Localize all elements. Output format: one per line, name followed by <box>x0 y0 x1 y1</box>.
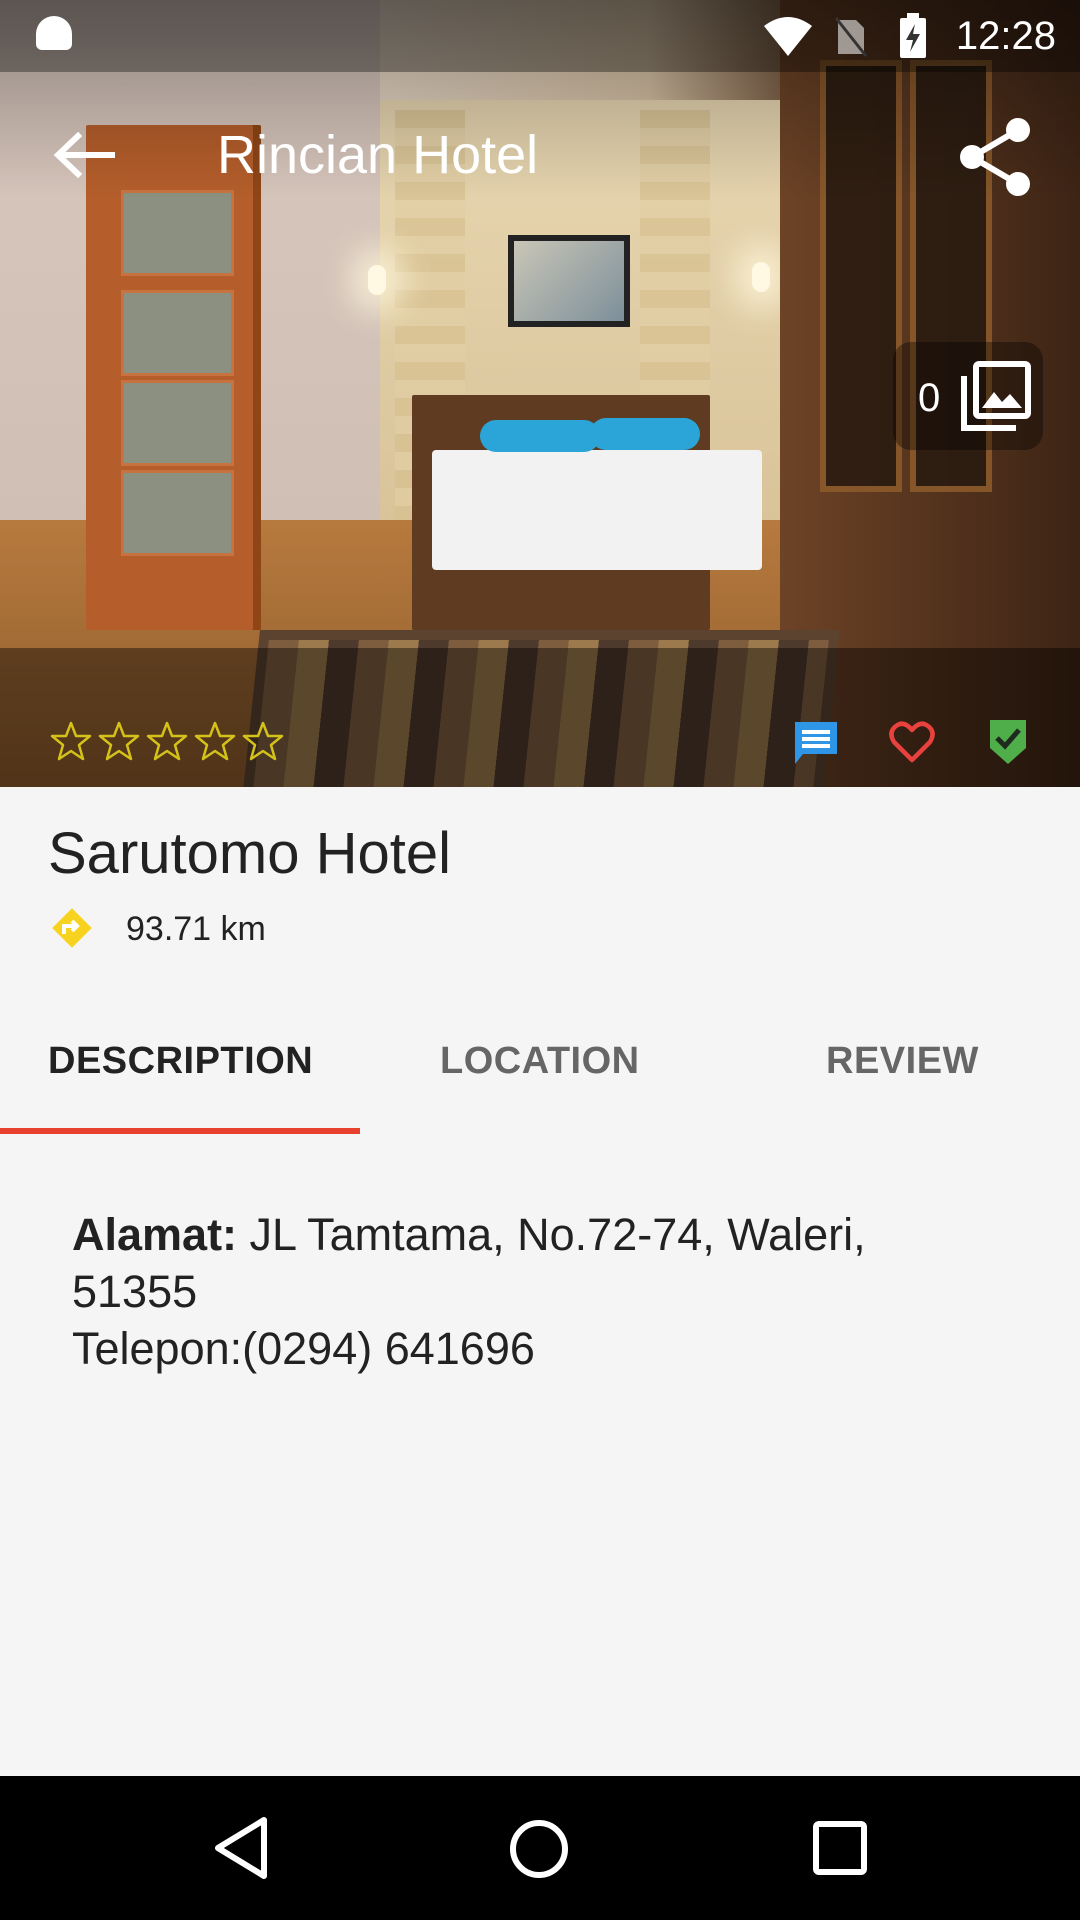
battery-charging-icon <box>900 13 926 58</box>
photo-door-pane <box>121 190 234 276</box>
status-time: 12:28 <box>955 14 1056 58</box>
star-icon[interactable] <box>98 720 140 762</box>
tab-review[interactable]: REVIEW <box>826 1040 979 1083</box>
android-bot-icon <box>36 16 72 50</box>
share-icon[interactable] <box>956 116 1036 198</box>
star-icon[interactable] <box>50 720 92 762</box>
arrow-back-icon[interactable] <box>50 130 120 180</box>
address-label: Alamat: <box>72 1209 238 1260</box>
page-title: Rincian Hotel <box>217 125 539 185</box>
star-icon[interactable] <box>146 720 188 762</box>
tab-location[interactable]: LOCATION <box>440 1040 640 1083</box>
hotel-name: Sarutomo Hotel <box>48 821 451 886</box>
nav-back-icon[interactable] <box>212 1816 272 1880</box>
photo-mattress <box>432 450 762 570</box>
heart-outline-icon[interactable] <box>888 718 936 766</box>
tab-indicator <box>0 1128 360 1134</box>
status-bar: 12:28 <box>0 0 1080 72</box>
photo-door-pane <box>121 470 234 556</box>
nav-home-icon[interactable] <box>508 1818 570 1880</box>
hotel-distance: 93.71 km <box>126 910 266 948</box>
description-text: Alamat: JL Tamtama, No.72-74, Waleri, 51… <box>72 1206 972 1377</box>
photo-door-pane <box>121 380 234 466</box>
no-sim-icon <box>834 17 868 57</box>
photo-door-pane <box>121 290 234 376</box>
phone-value: Telepon:(0294) 641696 <box>72 1323 535 1374</box>
photo-painting <box>508 235 630 327</box>
nav-recents-icon[interactable] <box>812 1820 868 1876</box>
photo-wall-lamp <box>368 265 386 295</box>
comment-icon[interactable] <box>793 720 839 766</box>
gallery-count: 0 <box>918 376 941 420</box>
verified-check-icon[interactable] <box>986 718 1030 766</box>
star-icon[interactable] <box>242 720 284 762</box>
photo-pillow <box>590 418 700 450</box>
photo-library-icon[interactable] <box>960 360 1032 432</box>
navigation-bar <box>0 1776 1080 1920</box>
directions-icon <box>52 908 92 948</box>
photo-wall-lamp <box>752 262 770 292</box>
photo-pillow <box>480 420 600 452</box>
tab-description[interactable]: DESCRIPTION <box>48 1040 313 1083</box>
wifi-icon <box>764 17 812 56</box>
star-icon[interactable] <box>194 720 236 762</box>
